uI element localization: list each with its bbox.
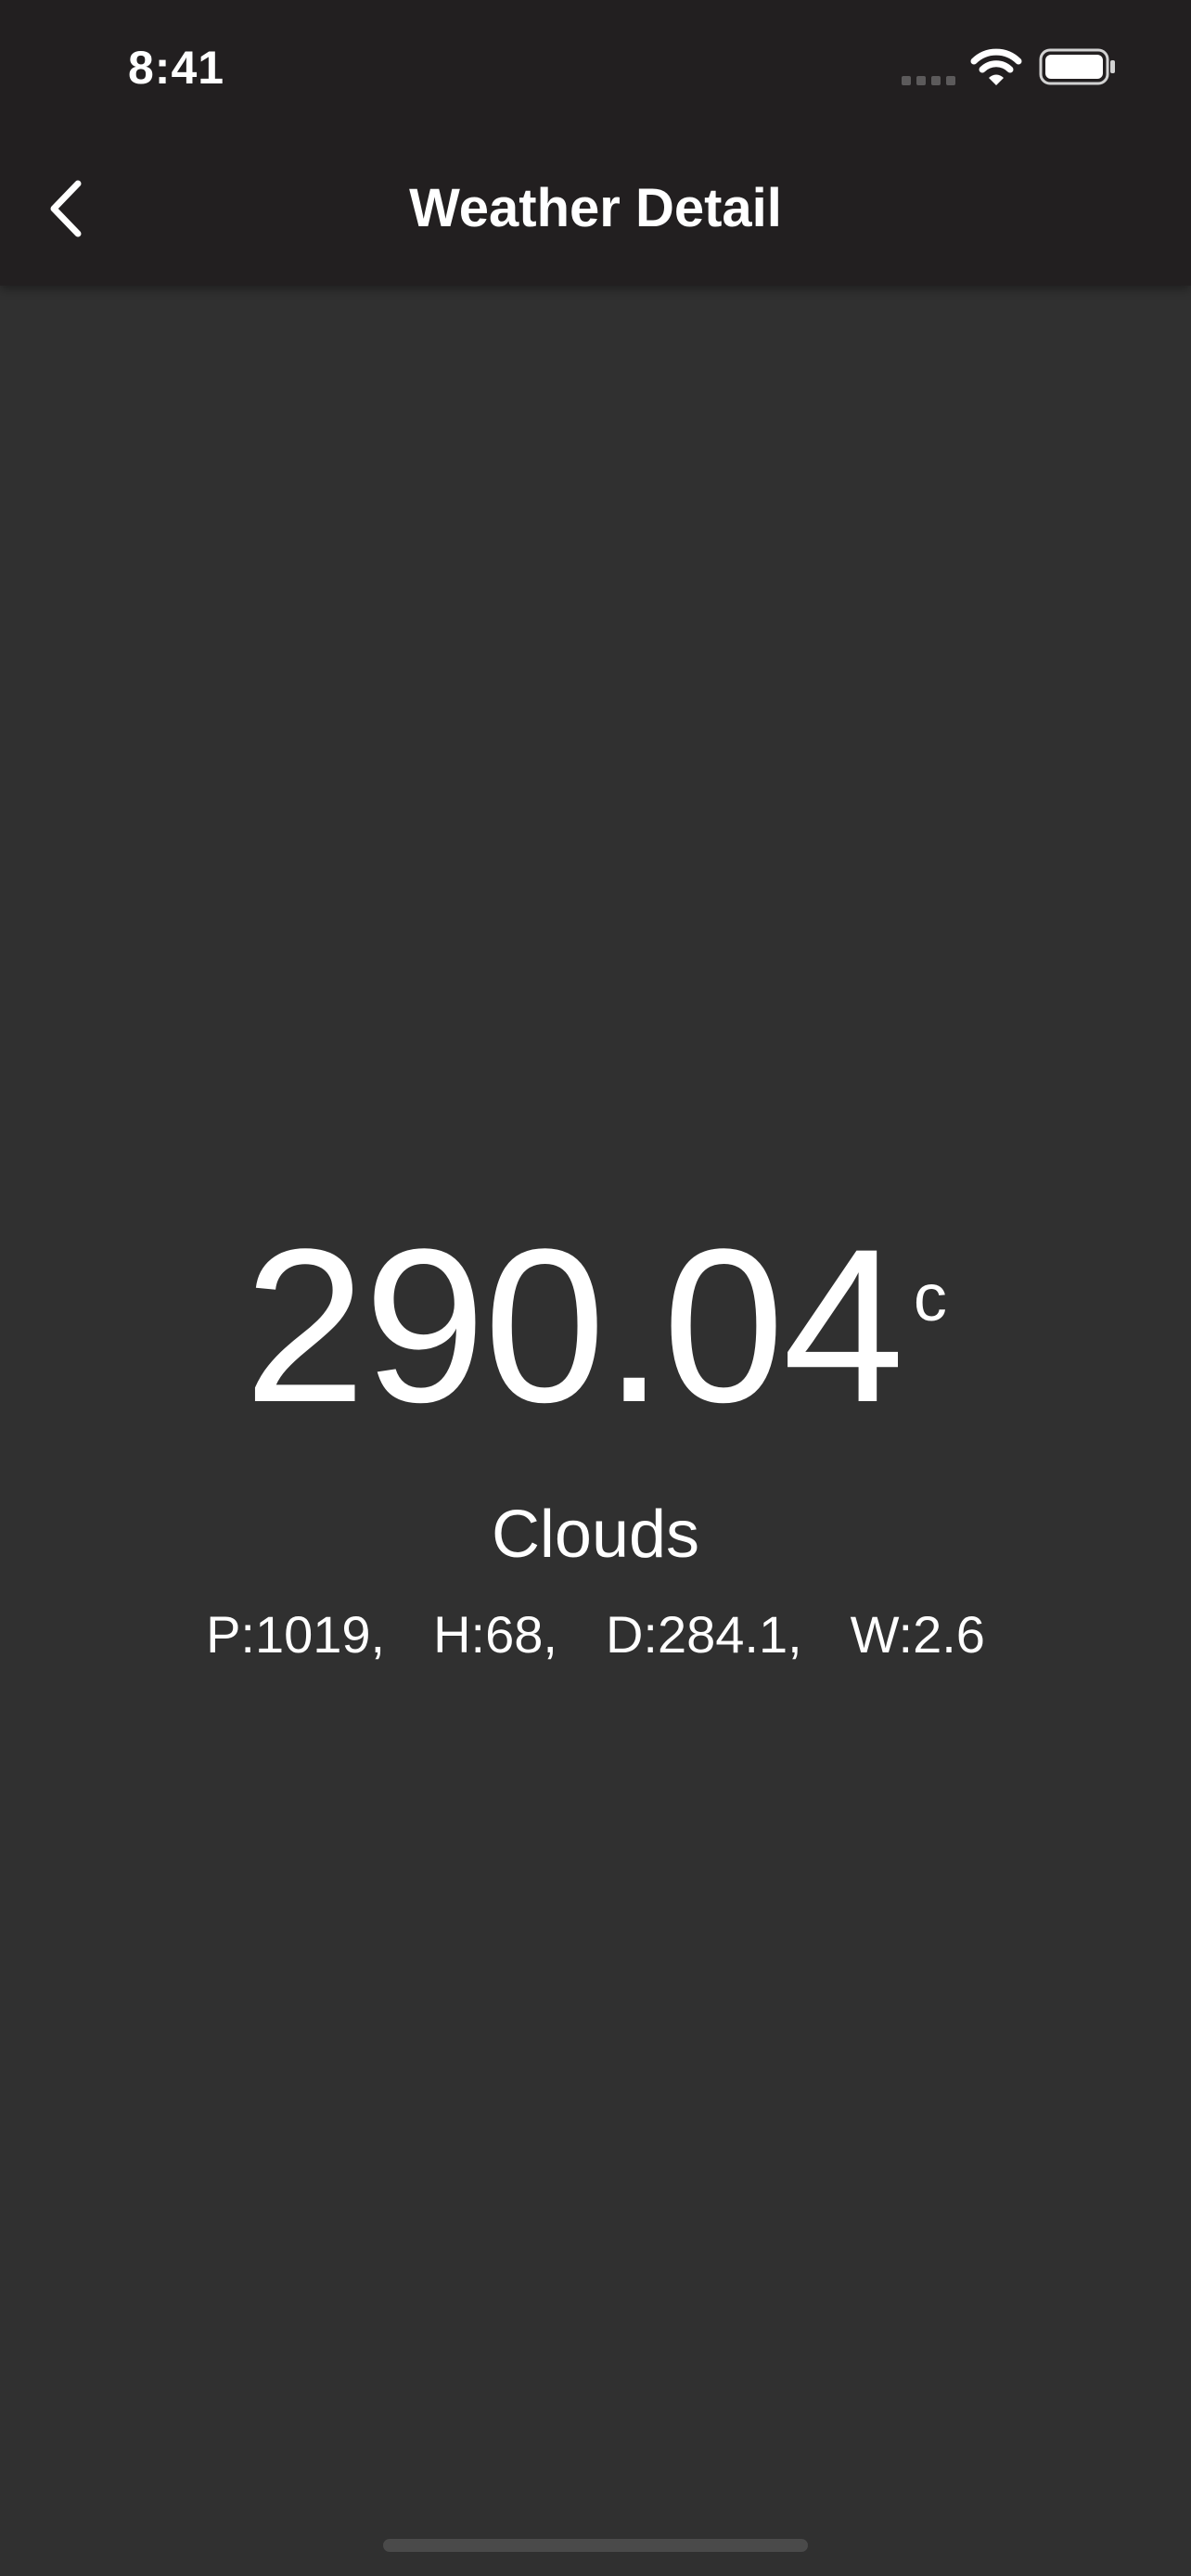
cellular-signal-icon — [902, 72, 957, 85]
wind-speed-value: W:2.6 — [850, 1604, 985, 1664]
pressure-value: P:1019, — [206, 1604, 386, 1664]
temperature-display: 290.04 c — [0, 1215, 1191, 1437]
weather-details-row: P:1019, H:68, D:284.1, W:2.6 — [0, 1597, 1191, 1671]
wifi-icon — [970, 48, 1022, 85]
humidity-value: H:68, — [433, 1604, 557, 1664]
page-title: Weather Detail — [409, 178, 782, 238]
temperature-unit: c — [913, 1261, 947, 1335]
battery-icon — [1039, 48, 1115, 85]
status-time: 8:41 — [128, 42, 225, 94]
wind-direction-value: D:284.1, — [605, 1604, 802, 1664]
weather-detail-screen: 8:41 Weather Detail 290.04 c Clouds P:10… — [0, 0, 1191, 2576]
temperature-value: 290.04 — [244, 1204, 904, 1448]
home-indicator[interactable] — [383, 2539, 808, 2552]
app-bar: 8:41 Weather Detail — [0, 0, 1191, 286]
weather-condition: Clouds — [491, 1498, 700, 1572]
back-button[interactable] — [28, 167, 102, 250]
chevron-left-icon — [50, 180, 82, 237]
